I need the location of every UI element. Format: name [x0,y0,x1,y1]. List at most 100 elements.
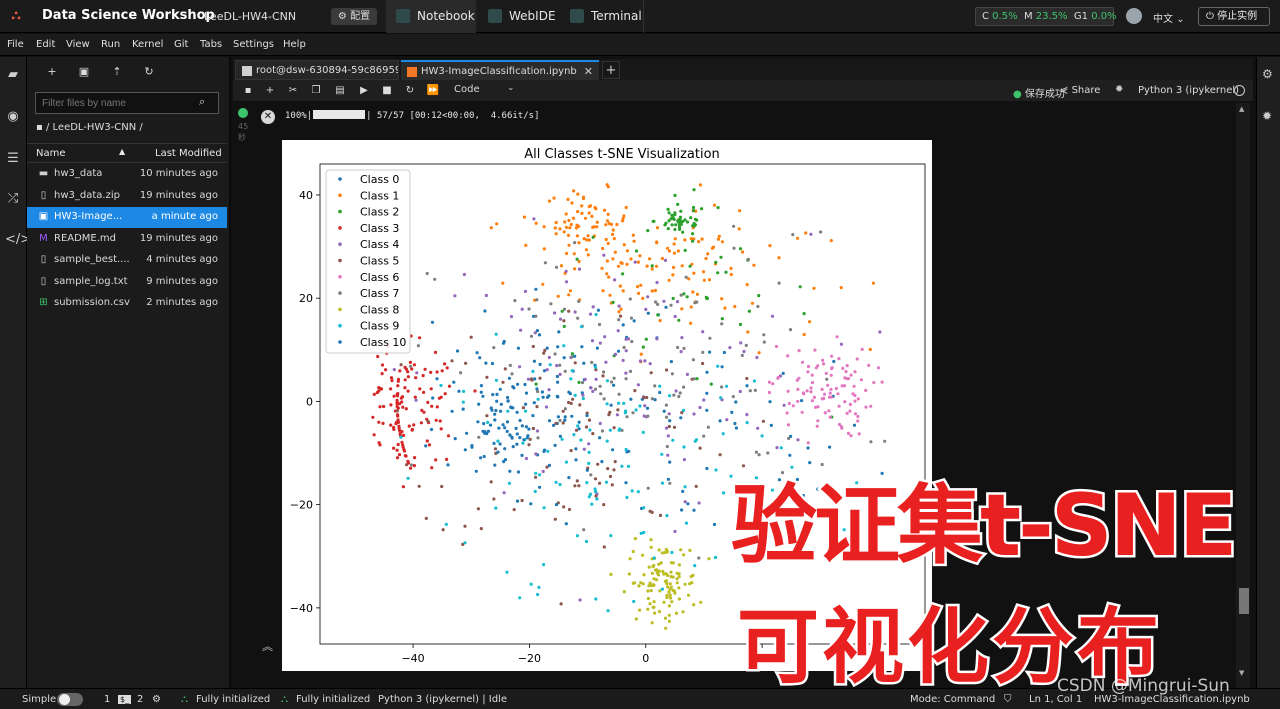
restart-icon[interactable]: ↻ [403,84,417,98]
scatter-point [638,254,642,258]
project-name[interactable]: LeeDL-HW4-CNN [204,10,296,23]
tab-webide[interactable]: WebIDE [480,0,558,33]
terminal-count[interactable]: 2 [137,694,143,705]
menu-kernel[interactable]: Kernel [132,39,163,50]
tab-terminal[interactable]: Terminal [562,0,644,33]
scatter-point [674,223,678,227]
resource-usage[interactable]: C 0.5% M 23.5% G1 0.0% [975,7,1117,26]
collapse-up-icon[interactable]: ︽ [262,638,273,654]
upload-icon[interactable]: ⇡ [110,65,124,79]
file-modified: 19 minutes ago [139,189,218,201]
init-status-1[interactable]: Fully initialized [196,694,270,705]
copy-icon[interactable]: ❐ [309,84,323,98]
running-icon[interactable]: ◉ [5,109,21,125]
property-inspector-icon[interactable]: ⚙ [1262,67,1273,81]
scatter-point [705,408,709,412]
refresh-icon[interactable]: ↻ [142,65,156,79]
settings-icon[interactable]: ⚙ [152,694,161,705]
scroll-down-icon[interactable]: ▼ [1239,669,1244,677]
menu-file[interactable]: File [7,39,24,50]
share-button[interactable]: ⋞ Share [1060,85,1100,96]
scatter-point [609,403,613,407]
scatter-point [511,445,515,449]
chevron-down-icon[interactable]: ⌄ [507,83,515,93]
file-row[interactable]: M README.md 19 minutes ago [27,229,227,250]
scatter-point [673,193,677,197]
new-folder-icon[interactable]: ▣ [77,65,91,79]
cut-icon[interactable]: ✂ [286,84,300,98]
scroll-thumb[interactable] [1239,588,1249,614]
file-row[interactable]: ▯ sample_best.... 4 minutes ago [27,250,227,271]
scatter-point [608,428,612,432]
menu-run[interactable]: Run [101,39,120,50]
menu-settings[interactable]: Settings [233,39,274,50]
scatter-point [578,598,582,602]
col-name-header[interactable]: Name [36,148,66,159]
file-row[interactable]: ⊞ submission.csv 2 minutes ago [27,293,227,314]
debugger-icon[interactable]: ✹ [1262,109,1272,123]
fast-forward-icon[interactable]: ⏩ [426,84,440,98]
insert-cell-icon[interactable]: + [263,84,277,98]
stop-instance-button[interactable]: ⏻ 停止实例 [1198,7,1270,26]
legend-label: Class 8 [360,303,399,316]
menu-git[interactable]: Git [174,39,188,50]
file-modified: a minute ago [151,211,218,222]
scatter-point [578,403,582,407]
file-row[interactable]: ▣ HW3-Image... a minute ago [27,207,227,228]
menu-view[interactable]: View [66,39,90,50]
folder-icon[interactable]: ▰ [5,67,21,83]
config-button[interactable]: ⚙ 配置 [331,8,377,25]
doc-tab-notebook[interactable]: HW3-ImageClassification.ipynb ✕ [401,60,599,80]
scatter-point [637,584,641,588]
code-icon[interactable]: </> [5,232,31,248]
scatter-point [490,361,495,366]
breadcrumb[interactable]: ▪ / LeeDL-HW3-CNN / [36,122,143,133]
scatter-point [463,541,467,545]
kernel-name[interactable]: Python 3 (ipykernel) [1138,85,1239,96]
col-modified-header[interactable]: Last Modified [155,148,222,159]
filter-files-input[interactable] [35,92,219,114]
scatter-point [786,389,790,393]
init-status-2[interactable]: Fully initialized [296,694,370,705]
new-launcher-icon[interactable]: + [45,65,59,79]
scroll-up-icon[interactable]: ▲ [1239,105,1244,113]
debugger-icon[interactable]: ✹ [1115,84,1123,95]
scatter-point [837,404,841,408]
tab-notebook[interactable]: Notebook [386,0,476,33]
scatter-point [712,522,717,527]
scatter-point [494,408,498,413]
close-icon[interactable]: ✕ [584,62,593,80]
scatter-point [748,389,752,393]
file-row[interactable]: ▬ hw3_data 10 minutes ago [27,164,227,185]
stop-icon[interactable]: ■ [380,84,394,98]
file-modified: 9 minutes ago [146,275,218,287]
dsw-logo-icon[interactable]: ⛬ [8,8,24,24]
scrollbar[interactable]: ▲ ▼ [1236,103,1250,688]
kernel-count[interactable]: 1 [104,694,110,705]
scatter-point [541,282,545,286]
git-icon[interactable]: ⤮ [5,191,21,207]
paste-icon[interactable]: ▤ [333,84,347,98]
scatter-point [761,419,765,423]
scatter-point [867,363,871,367]
new-tab-button[interactable]: + [602,61,620,79]
doc-tab-terminal[interactable]: root@dsw-630894-59c86959 [235,60,399,80]
scatter-point [414,376,418,380]
save-icon[interactable]: ▪ [241,84,255,98]
scatter-point [534,475,538,479]
menu-tabs[interactable]: Tabs [200,39,222,50]
clear-output-icon[interactable]: ✕ [261,110,275,124]
scatter-point [716,271,720,275]
toc-icon[interactable]: ☰ [5,151,21,167]
cell-type-select[interactable]: Code [454,84,480,95]
language-selector[interactable]: 中文 ⌄ [1153,10,1185,25]
avatar[interactable] [1126,8,1142,24]
menu-edit[interactable]: Edit [36,39,55,50]
scatter-point [685,372,689,376]
scatter-point [535,405,539,409]
menu-help[interactable]: Help [283,39,306,50]
run-icon[interactable]: ▶ [357,84,371,98]
file-row[interactable]: ▯ sample_log.txt 9 minutes ago [27,272,227,293]
file-row[interactable]: ▯ hw3_data.zip 19 minutes ago [27,186,227,207]
kernel-status[interactable]: Python 3 (ipykernel) | Idle [378,694,507,705]
